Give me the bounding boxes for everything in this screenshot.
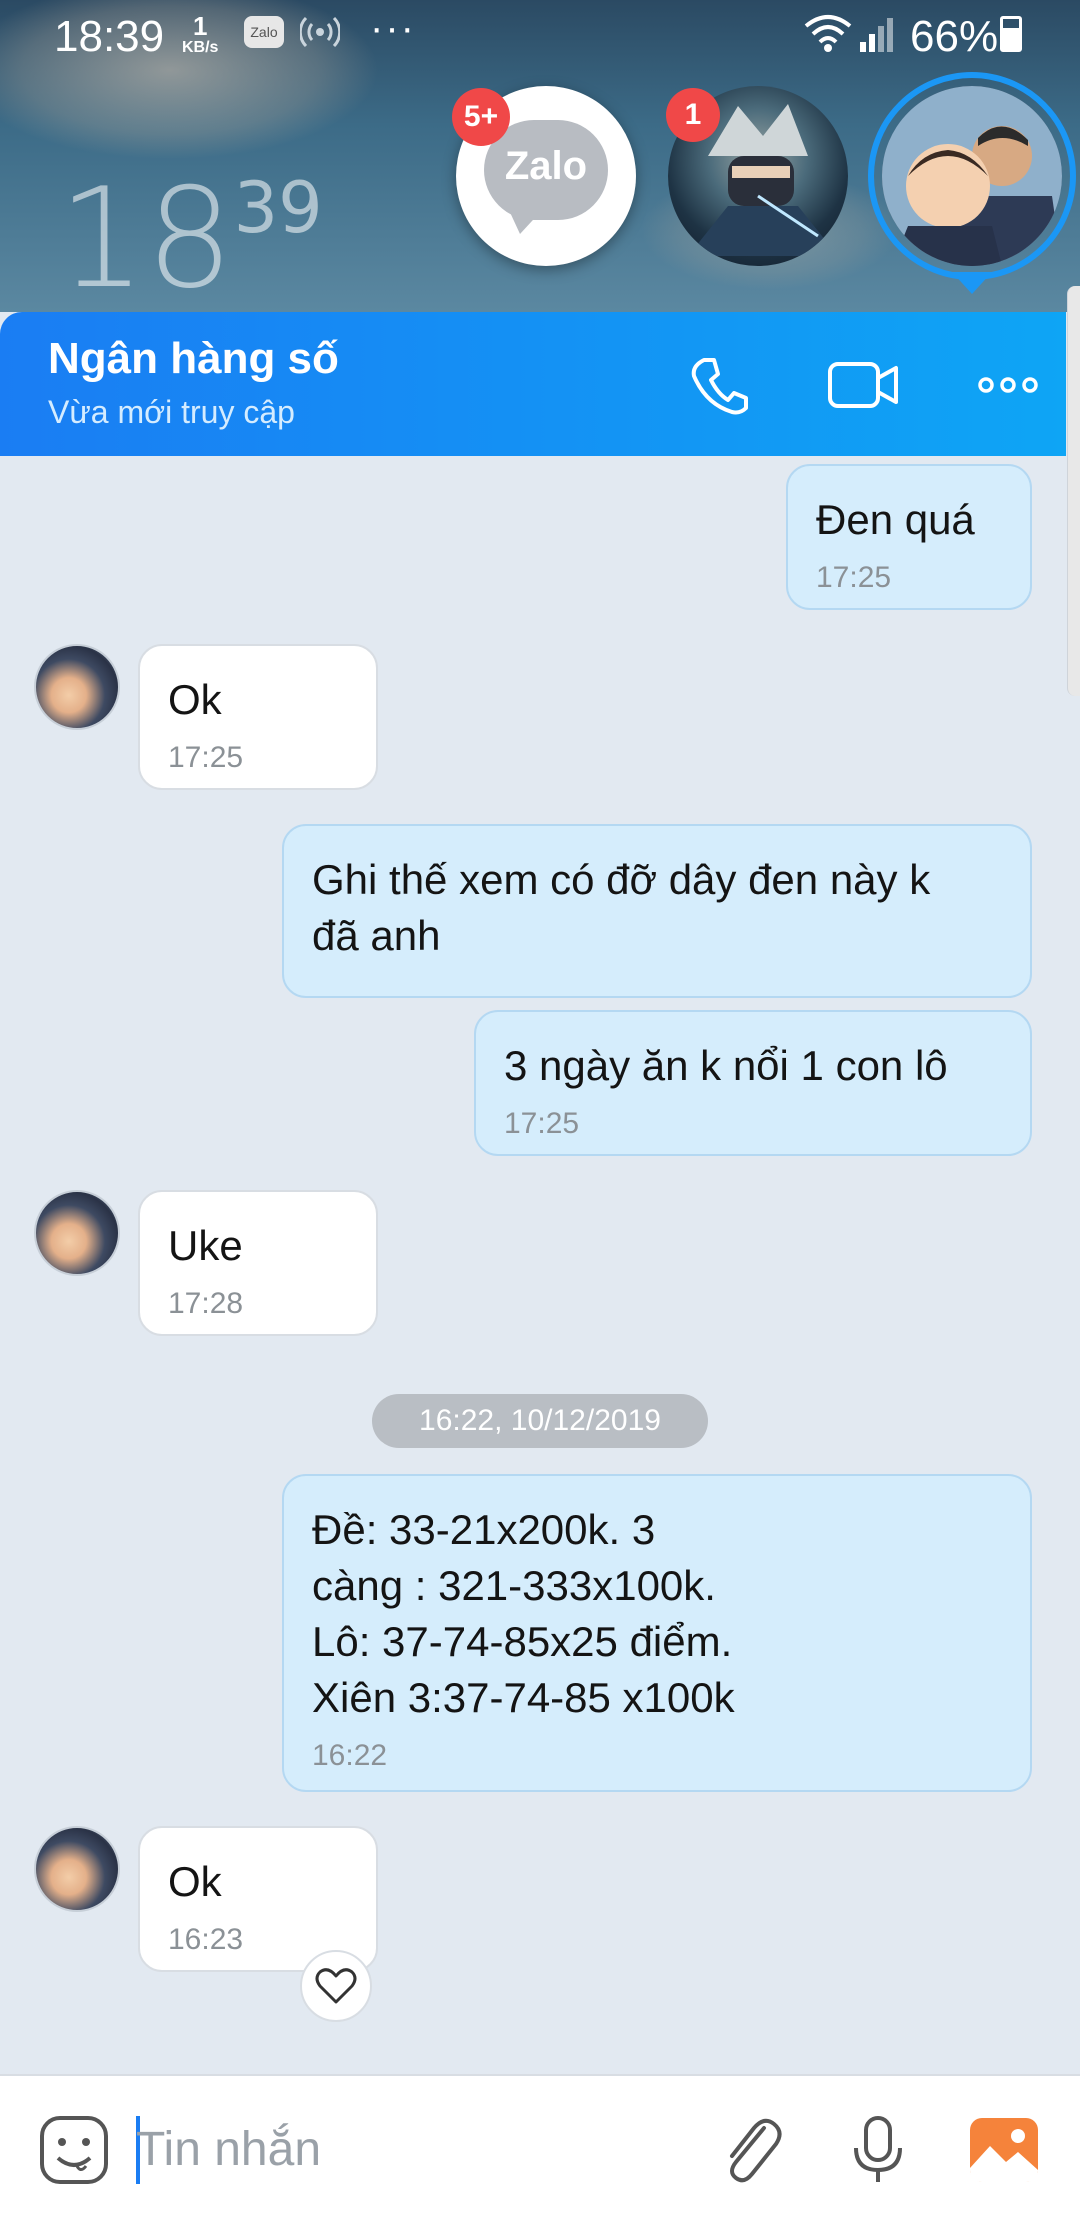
heart-icon	[315, 1968, 357, 2004]
emoji-icon[interactable]	[36, 2112, 112, 2188]
battery-percent: 66%	[910, 12, 999, 61]
message-input[interactable]: Tin nhắn	[136, 2114, 696, 2186]
message-text: Ok	[168, 676, 222, 723]
message-text: Ok	[168, 1858, 222, 1905]
clock-minutes: 39	[233, 167, 323, 249]
chat-header: Ngân hàng số Vừa mới truy cập	[0, 312, 1066, 456]
message-text: Uke	[168, 1222, 243, 1269]
zalo-unread-badge: 5+	[452, 88, 510, 146]
message-input-bar: Tin nhắn	[0, 2074, 1080, 2222]
message-time: 17:25	[504, 1107, 580, 1140]
battery-icon	[1000, 16, 1022, 52]
network-speed-unit: KB/s	[182, 39, 219, 56]
status-time: 18:39	[54, 12, 165, 61]
network-speed: 1 KB/s	[182, 11, 219, 58]
scroll-indicator[interactable]	[1067, 286, 1080, 696]
video-call-icon[interactable]	[826, 350, 902, 420]
message-text: Đề: 33-21x200k. 3 càng : 321-333x100k. L…	[312, 1506, 735, 1721]
message-outgoing[interactable]: Ghi thế xem có đỡ dây đen này k đã anh	[282, 824, 1032, 998]
active-contact-chat-head[interactable]	[882, 86, 1062, 266]
contact-avatar[interactable]	[34, 644, 120, 730]
message-time: 16:22	[312, 1739, 388, 1772]
message-time: 17:25	[168, 741, 244, 774]
message-outgoing[interactable]: 3 ngày ăn k nổi 1 con lô 17:25	[474, 1010, 1032, 1156]
ninja-unread-badge: 1	[666, 88, 720, 142]
more-options-icon[interactable]	[976, 350, 1040, 420]
react-button[interactable]	[300, 1950, 372, 2022]
zalo-notification-icon: Zalo	[244, 16, 284, 48]
message-incoming[interactable]: Ok 17:25	[138, 644, 378, 790]
clock-hours: 18	[58, 158, 234, 312]
network-speed-value: 1	[192, 11, 208, 41]
conversation-title[interactable]: Ngân hàng số	[48, 334, 339, 384]
status-bar: 18:39 1 KB/s Zalo ··· 66%	[0, 0, 1080, 70]
gallery-icon[interactable]	[966, 2112, 1042, 2188]
wifi-icon	[804, 15, 852, 52]
message-time: 17:25	[816, 561, 892, 594]
signal-icon	[860, 18, 893, 52]
message-text: Đen quá	[816, 496, 975, 543]
message-outgoing[interactable]: Đề: 33-21x200k. 3 càng : 321-333x100k. L…	[282, 1474, 1032, 1792]
microphone-icon[interactable]	[840, 2112, 916, 2188]
contact-avatar[interactable]	[34, 1190, 120, 1276]
message-text: 3 ngày ăn k nổi 1 con lô	[504, 1042, 948, 1089]
hotspot-icon	[300, 16, 340, 48]
home-clock-widget: 1839	[58, 158, 323, 312]
zalo-logo-text: Zalo	[504, 144, 588, 188]
contact-avatar-image	[882, 86, 1062, 266]
message-text: Ghi thế xem có đỡ dây đen này k đã anh	[312, 856, 931, 959]
contact-avatar[interactable]	[34, 1826, 120, 1912]
phone-icon[interactable]	[684, 350, 754, 420]
presence-status: Vừa mới truy cập	[48, 394, 295, 430]
message-outgoing[interactable]: Đen quá 17:25	[786, 464, 1032, 610]
attach-icon[interactable]	[714, 2112, 790, 2188]
date-separator: 16:22, 10/12/2019	[372, 1394, 708, 1448]
more-notifications-indicator: ···	[370, 6, 416, 50]
message-incoming[interactable]: Uke 17:28	[138, 1190, 378, 1336]
message-time: 17:28	[168, 1287, 244, 1320]
